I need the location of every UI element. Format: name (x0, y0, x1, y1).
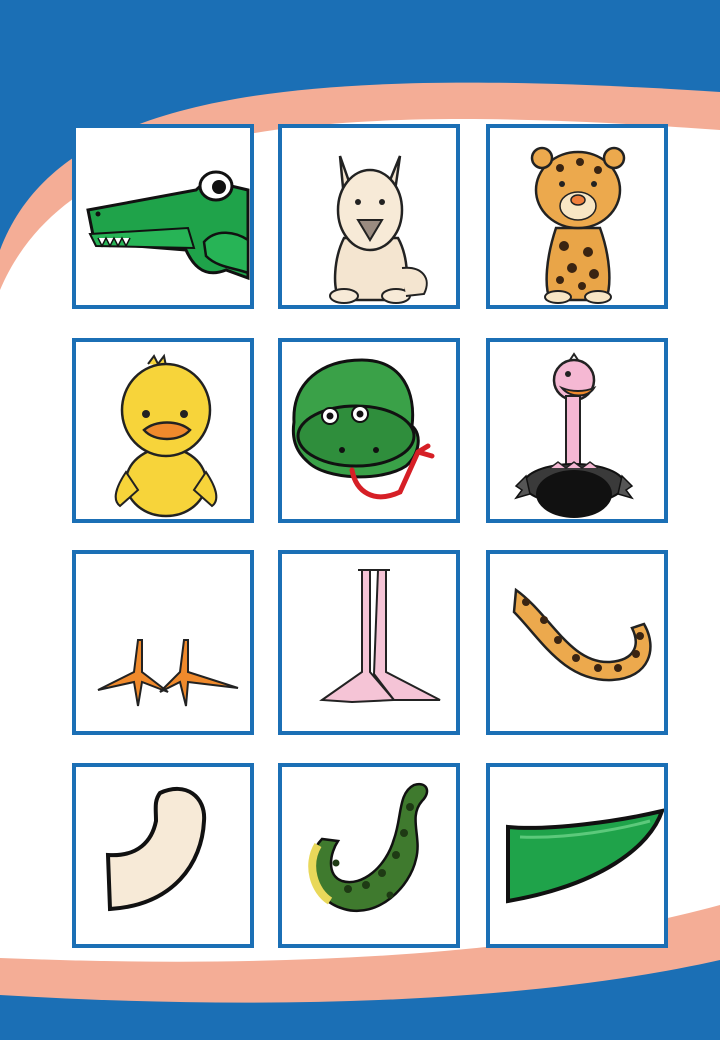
card-llama-tail[interactable] (72, 763, 254, 948)
card-snake-tail[interactable] (278, 763, 460, 948)
card-crocodile-head[interactable] (72, 124, 254, 309)
card-ostrich-body[interactable] (486, 338, 668, 523)
ostrich-legs-icon (319, 569, 441, 704)
crocodile-head-icon (86, 170, 250, 281)
card-duck-body[interactable] (72, 338, 254, 523)
card-ostrich-legs[interactable] (278, 550, 460, 735)
card-jaguar-tail[interactable] (486, 550, 668, 735)
card-duck-feet[interactable] (72, 550, 254, 735)
duck-body-icon (114, 353, 218, 518)
snake-head-icon (291, 358, 435, 500)
crocodile-tail-icon (506, 808, 664, 904)
card-crocodile-tail[interactable] (486, 763, 668, 948)
card-jaguar-body[interactable] (486, 124, 668, 309)
card-llama-body[interactable] (278, 124, 460, 309)
llama-body-icon (329, 155, 428, 304)
card-snake-head[interactable] (278, 338, 460, 523)
jaguar-tail-icon (512, 587, 652, 682)
llama-tail-icon (105, 786, 207, 912)
snake-tail-icon (308, 782, 429, 912)
jaguar-body-icon (530, 146, 626, 304)
duck-feet-icon (97, 639, 239, 707)
ostrich-body-icon (514, 352, 634, 518)
